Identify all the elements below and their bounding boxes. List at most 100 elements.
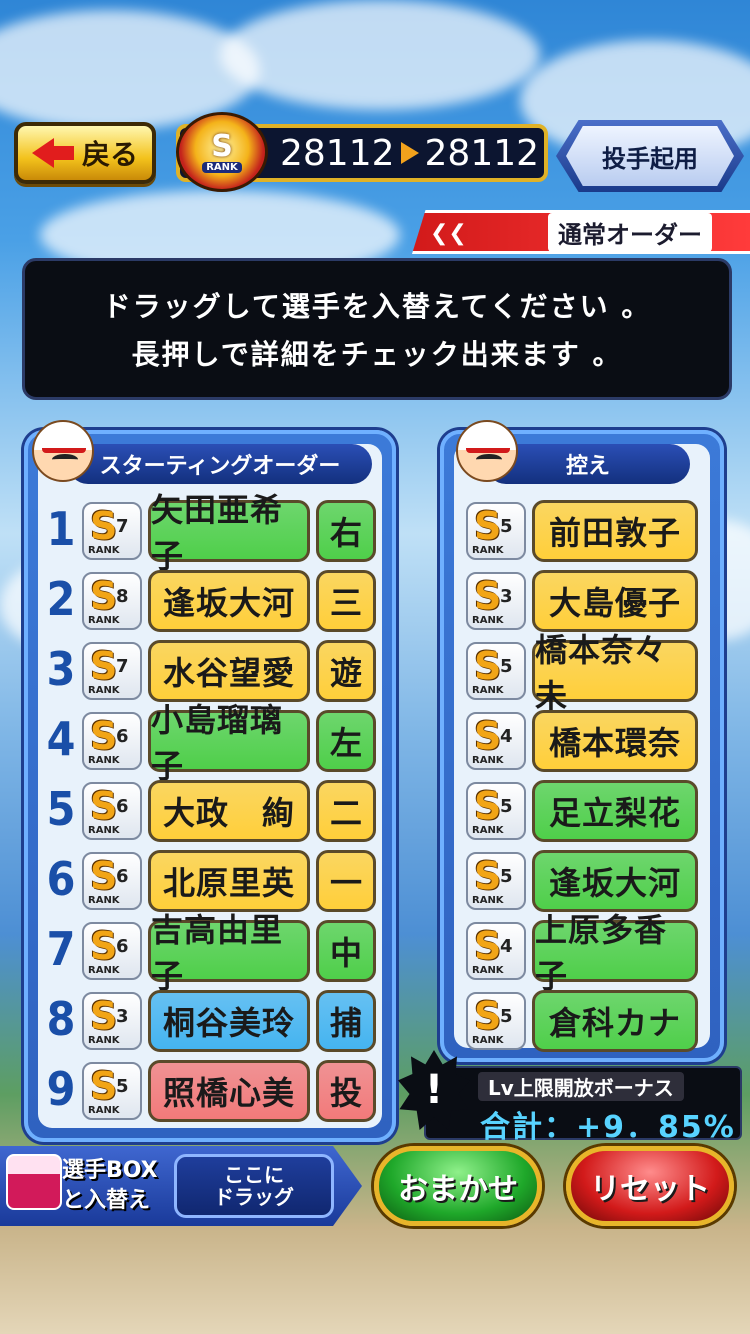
batting-order-number: 7 <box>46 922 76 976</box>
batting-order-number: 9 <box>46 1062 76 1116</box>
back-button[interactable]: 戻る <box>14 122 156 184</box>
starting-player-row[interactable]: 8 S 3 RANK 桐谷美玲捕 <box>44 990 378 1052</box>
rank-letter: S <box>90 924 118 968</box>
player-position[interactable]: 捕 <box>316 990 376 1052</box>
rank-level: 6 <box>116 936 129 957</box>
player-rank-badge: S 6 RANK <box>82 782 142 840</box>
bonus-panel: Lv上限開放ボーナス 合計：+9．85% <box>424 1066 742 1145</box>
bench-player-row[interactable]: S 3 RANK 大島優子 <box>466 570 702 632</box>
bench-player-row[interactable]: S 5 RANK 橋本奈々未 <box>466 631 702 715</box>
rank-level: 6 <box>116 726 129 747</box>
rank-label: RANK <box>472 1035 504 1046</box>
player-position[interactable]: 二 <box>316 780 376 842</box>
bench-player-row[interactable]: S 5 RANK 足立梨花 <box>466 780 702 842</box>
rank-letter: S <box>211 128 233 164</box>
starting-player-row[interactable]: 7 S 6 RANK 吉高由里子中 <box>44 911 378 995</box>
pitcher-usage-button[interactable]: 投手起用 <box>556 120 744 192</box>
order-mode-tab[interactable]: ❮❮ 通常オーダー <box>412 210 750 254</box>
bench-player-row[interactable]: S 5 RANK 倉科カナ <box>466 990 702 1052</box>
reset-button[interactable]: リセット <box>566 1146 734 1226</box>
rank-level: 7 <box>116 656 129 677</box>
player-name[interactable]: 上原多香子 <box>532 911 698 995</box>
bench-player-row[interactable]: S 4 RANK 橋本環奈 <box>466 710 702 772</box>
player-name[interactable]: 矢田亜希子 <box>148 491 310 575</box>
player-rank-badge: S 3 RANK <box>82 992 142 1050</box>
player-position[interactable]: 中 <box>316 920 376 982</box>
pitcher-usage-label: 投手起用 <box>602 144 698 173</box>
rank-level: 5 <box>500 656 513 677</box>
player-position[interactable]: 遊 <box>316 640 376 702</box>
starting-player-row[interactable]: 5 S 6 RANK 大政 絢二 <box>44 780 378 842</box>
player-rank-badge: S 5 RANK <box>466 502 526 560</box>
player-name[interactable]: 橋本奈々未 <box>532 631 698 715</box>
bench-player-row[interactable]: S 4 RANK 上原多香子 <box>466 911 702 995</box>
auto-assign-button[interactable]: おまかせ <box>374 1146 542 1226</box>
arrow-right-icon <box>400 142 419 164</box>
bench-player-row[interactable]: S 5 RANK 逢坂大河 <box>466 850 702 912</box>
score-next: 28112 <box>424 132 540 174</box>
team-rank-badge: S RANK <box>176 112 268 192</box>
player-position[interactable]: 一 <box>316 850 376 912</box>
player-name[interactable]: 前田敦子 <box>532 500 698 562</box>
bonus-value: 合計：+9．85% <box>480 1110 736 1145</box>
player-name[interactable]: 逢坂大河 <box>532 850 698 912</box>
player-rank-badge: S 6 RANK <box>82 712 142 770</box>
player-name[interactable]: 小島瑠璃子 <box>148 701 310 785</box>
rank-letter: S <box>90 854 118 898</box>
rank-label: RANK <box>88 1035 120 1046</box>
player-position[interactable]: 左 <box>316 710 376 772</box>
rank-label: RANK <box>472 965 504 976</box>
order-mode-label: 通常オーダー <box>548 212 712 252</box>
rank-level: 3 <box>500 586 513 607</box>
rank-letter: S <box>90 504 118 548</box>
player-position[interactable]: 投 <box>316 1060 376 1122</box>
batting-order-number: 5 <box>46 782 76 836</box>
starting-player-row[interactable]: 4 S 6 RANK 小島瑠璃子左 <box>44 701 378 785</box>
rank-label: RANK <box>202 161 242 173</box>
starting-player-row[interactable]: 9 S 5 RANK 照橋心美投 <box>44 1060 378 1122</box>
rank-letter: S <box>90 1064 118 1108</box>
player-name[interactable]: 桐谷美玲 <box>148 990 310 1052</box>
back-label: 戻る <box>81 138 138 171</box>
drag-drop-zone[interactable]: ここに ドラッグ <box>174 1154 334 1218</box>
batting-order-number: 2 <box>46 572 76 626</box>
player-name[interactable]: 足立梨花 <box>532 780 698 842</box>
rank-level: 5 <box>500 1006 513 1027</box>
batting-order-number: 1 <box>46 502 76 556</box>
starting-player-row[interactable]: 2 S 8 RANK 逢坂大河三 <box>44 570 378 632</box>
player-position[interactable]: 三 <box>316 570 376 632</box>
starting-player-row[interactable]: 1 S 7 RANK 矢田亜希子右 <box>44 491 378 575</box>
rank-letter: S <box>90 644 118 688</box>
player-name[interactable]: 照橋心美 <box>148 1060 310 1122</box>
rank-label: RANK <box>472 615 504 626</box>
player-rank-badge: S 7 RANK <box>82 502 142 560</box>
starting-player-row[interactable]: 6 S 6 RANK 北原里英一 <box>44 850 378 912</box>
player-name[interactable]: 大島優子 <box>532 570 698 632</box>
rank-level: 7 <box>116 516 129 537</box>
bench-player-row[interactable]: S 5 RANK 前田敦子 <box>466 500 702 562</box>
player-name[interactable]: 逢坂大河 <box>148 570 310 632</box>
player-name[interactable]: 北原里英 <box>148 850 310 912</box>
rank-label: RANK <box>472 685 504 696</box>
starting-player-row[interactable]: 3 S 7 RANK 水谷望愛遊 <box>44 640 378 702</box>
rank-label: RANK <box>88 825 120 836</box>
drop-zone-line-1: ここに <box>224 1163 284 1187</box>
rank-letter: S <box>474 504 502 548</box>
batting-order-number: 6 <box>46 852 76 906</box>
player-rank-badge: S 7 RANK <box>82 642 142 700</box>
player-name[interactable]: 倉科カナ <box>532 990 698 1052</box>
player-name[interactable]: 橋本環奈 <box>532 710 698 772</box>
rank-letter: S <box>90 784 118 828</box>
swap-label: と入替え <box>62 1188 151 1213</box>
player-position[interactable]: 右 <box>316 500 376 562</box>
bonus-title: Lv上限開放ボーナス <box>478 1072 684 1101</box>
rank-label: RANK <box>88 755 120 766</box>
player-rank-badge: S 6 RANK <box>82 922 142 980</box>
player-rank-badge: S 8 RANK <box>82 572 142 630</box>
player-box-icon <box>6 1154 62 1210</box>
player-box-label: 選手BOX <box>62 1158 158 1183</box>
player-name[interactable]: 大政 絢 <box>148 780 310 842</box>
player-name[interactable]: 水谷望愛 <box>148 640 310 702</box>
player-name[interactable]: 吉高由里子 <box>148 911 310 995</box>
rank-level: 5 <box>116 1076 129 1097</box>
